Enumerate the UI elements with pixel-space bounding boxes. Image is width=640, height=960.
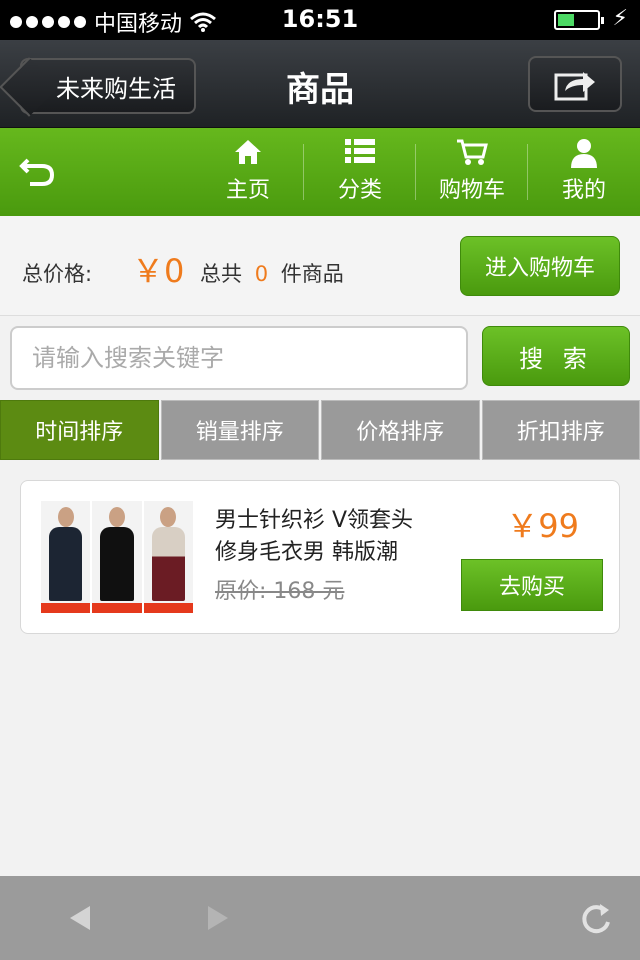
status-bar: 中国移动 16:51 ⚡	[0, 0, 640, 40]
sort-tab-discount[interactable]: 折扣排序	[481, 400, 640, 460]
nav-home[interactable]: 主页	[192, 136, 304, 208]
nav-home-label: 主页	[225, 178, 270, 203]
sort-tabs: 时间排序 销量排序 价格排序 折扣排序	[0, 400, 640, 460]
nav-category-label: 分类	[337, 178, 382, 203]
title-bar: 未来购生活 商品	[0, 40, 640, 128]
forward-arrow-icon[interactable]	[196, 898, 236, 938]
product-original-price: 原价: 168 元	[215, 579, 345, 604]
nav-bar: 主页 分类 购物车 我的	[0, 128, 640, 216]
battery-icon	[554, 10, 604, 30]
sort-tab-sales[interactable]: 销量排序	[160, 400, 319, 460]
item-count-suffix: 件商品	[280, 262, 344, 286]
share-button[interactable]	[528, 56, 622, 112]
search-button[interactable]: 搜 索	[482, 326, 630, 386]
share-icon	[554, 72, 595, 101]
product-price: ￥99	[506, 507, 579, 545]
browser-toolbar	[0, 876, 640, 960]
product-name[interactable]: 男士针织衫 V领套头修身毛衣男 韩版潮	[215, 505, 435, 569]
item-count: 总共 0 件商品	[200, 258, 344, 288]
list-icon	[345, 139, 375, 163]
total-price-value: ￥0	[132, 252, 185, 290]
item-count-value: 0	[254, 262, 269, 286]
sort-tab-price[interactable]: 价格排序	[321, 400, 480, 460]
model-figure	[41, 501, 91, 613]
nav-cart-label: 购物车	[438, 178, 505, 203]
buy-button[interactable]: 去购买	[461, 559, 603, 611]
item-count-prefix: 总共	[200, 262, 242, 286]
search-input[interactable]	[10, 326, 468, 390]
enter-cart-button[interactable]: 进入购物车	[460, 236, 620, 296]
product-image[interactable]	[41, 501, 193, 613]
nav-category[interactable]: 分类	[304, 136, 416, 208]
user-icon	[571, 139, 597, 168]
total-price-label: 总价格:	[22, 262, 93, 286]
model-figure	[92, 501, 142, 613]
undo-icon[interactable]	[18, 150, 58, 190]
charging-icon: ⚡	[612, 6, 628, 31]
nav-mine-label: 我的	[561, 178, 606, 203]
sort-tab-time[interactable]: 时间排序	[0, 400, 159, 460]
nav-cart[interactable]: 购物车	[416, 136, 528, 208]
product-card[interactable]: 男士针织衫 V领套头修身毛衣男 韩版潮 原价: 168 元 ￥99 去购买	[20, 480, 620, 634]
nav-mine[interactable]: 我的	[528, 136, 640, 208]
status-time: 16:51	[281, 5, 359, 33]
cart-summary: 总价格: ￥0 总共 0 件商品 进入购物车	[0, 216, 640, 316]
home-icon	[235, 140, 261, 164]
model-figure	[143, 501, 193, 613]
back-arrow-icon[interactable]	[62, 898, 102, 938]
cart-icon	[457, 139, 488, 165]
refresh-icon[interactable]	[576, 898, 616, 938]
